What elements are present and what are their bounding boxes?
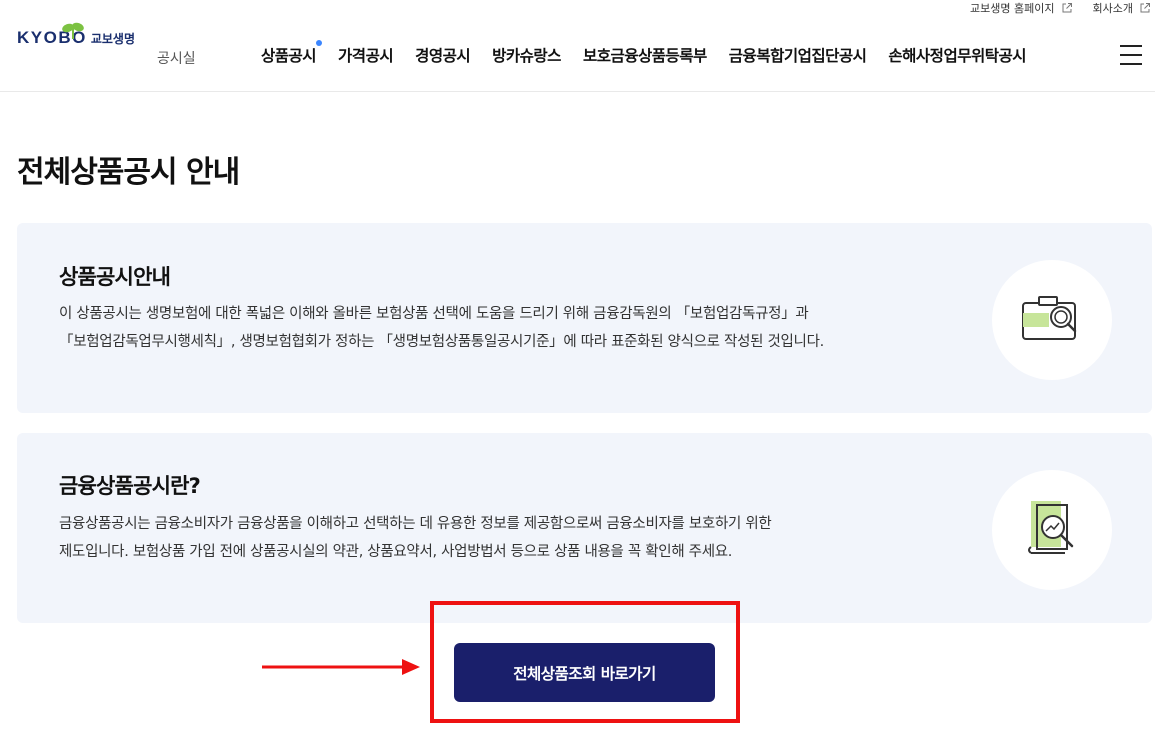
nav-item-label: 금융복합기업집단공시	[728, 47, 867, 65]
card-title: 금융상품공시란?	[59, 474, 201, 498]
nav-item-label: 경영공시	[415, 47, 471, 65]
nav-item-label: 상품공시	[261, 47, 317, 65]
nav-item-label: 가격공시	[338, 47, 394, 65]
nav-item-management-disclosure[interactable]: 경영공시	[415, 44, 471, 66]
nav-item-protected-products[interactable]: 보호금융상품등록부	[583, 44, 707, 66]
view-all-products-button[interactable]: 전체상품조회 바로가기	[454, 643, 715, 702]
card-description-line: 「보험업감독업무시행세칙」, 생명보험협회가 정하는 「생명보험상품통일공시기준…	[59, 334, 824, 350]
document-chart-search-icon	[992, 470, 1112, 590]
nav-item-financial-group[interactable]: 금융복합기업집단공시	[729, 44, 867, 66]
logo-text-ko: 교보생명	[90, 32, 136, 46]
nav-item-label: 보호금융상품등록부	[582, 47, 707, 65]
site-header: KYOBO 교보생명 공시실 상품공시 가격공시 경영공시 방카슈랑스 보호금융…	[0, 0, 1155, 92]
menu-icon[interactable]	[1120, 45, 1142, 65]
leaf-logo-icon	[62, 22, 84, 40]
card-title: 상품공시안내	[59, 265, 171, 289]
annotation-arrow-icon	[262, 659, 420, 675]
kyobo-logo[interactable]: KYOBO 교보생명	[17, 22, 136, 48]
nav-item-label: 방카슈랑스	[492, 47, 561, 65]
section-label: 공시실	[157, 51, 196, 67]
card-description-line: 이 상품공시는 생명보험에 대한 폭넓은 이해와 올바른 보험상품 선택에 도움…	[59, 306, 809, 322]
nav-item-label: 손해사정업무위탁공시	[888, 47, 1027, 65]
nav-item-bancassurance[interactable]: 방카슈랑스	[492, 44, 561, 66]
card-description: 이 상품공시는 생명보험에 대한 폭넓은 이해와 올바른 보험상품 선택에 도움…	[59, 300, 939, 356]
active-indicator-dot	[316, 40, 323, 46]
main-nav: 상품공시 가격공시 경영공시 방카슈랑스 보호금융상품등록부 금융복합기업집단공…	[261, 40, 1027, 66]
page-title: 전체상품공시 안내	[17, 155, 240, 190]
camera-search-icon	[992, 260, 1112, 380]
info-card-financial-disclosure: 금융상품공시란? 금융상품공시는 금융소비자가 금융상품을 이해하고 선택하는 …	[17, 433, 1152, 623]
nav-item-price-disclosure[interactable]: 가격공시	[338, 44, 394, 66]
card-description-line: 금융상품공시는 금융소비자가 금융상품을 이해하고 선택하는 데 유용한 정보를…	[59, 516, 772, 532]
nav-item-claims-outsourcing[interactable]: 손해사정업무위탁공시	[888, 44, 1026, 66]
info-card-product-disclosure: 상품공시안내 이 상품공시는 생명보험에 대한 폭넓은 이해와 올바른 보험상품…	[17, 223, 1152, 413]
nav-item-product-disclosure[interactable]: 상품공시	[261, 40, 323, 66]
card-description-line: 제도입니다. 보험상품 가입 전에 상품공시실의 약관, 상품요약서, 사업방법…	[59, 544, 733, 560]
card-description: 금융상품공시는 금융소비자가 금융상품을 이해하고 선택하는 데 유용한 정보를…	[59, 510, 939, 566]
